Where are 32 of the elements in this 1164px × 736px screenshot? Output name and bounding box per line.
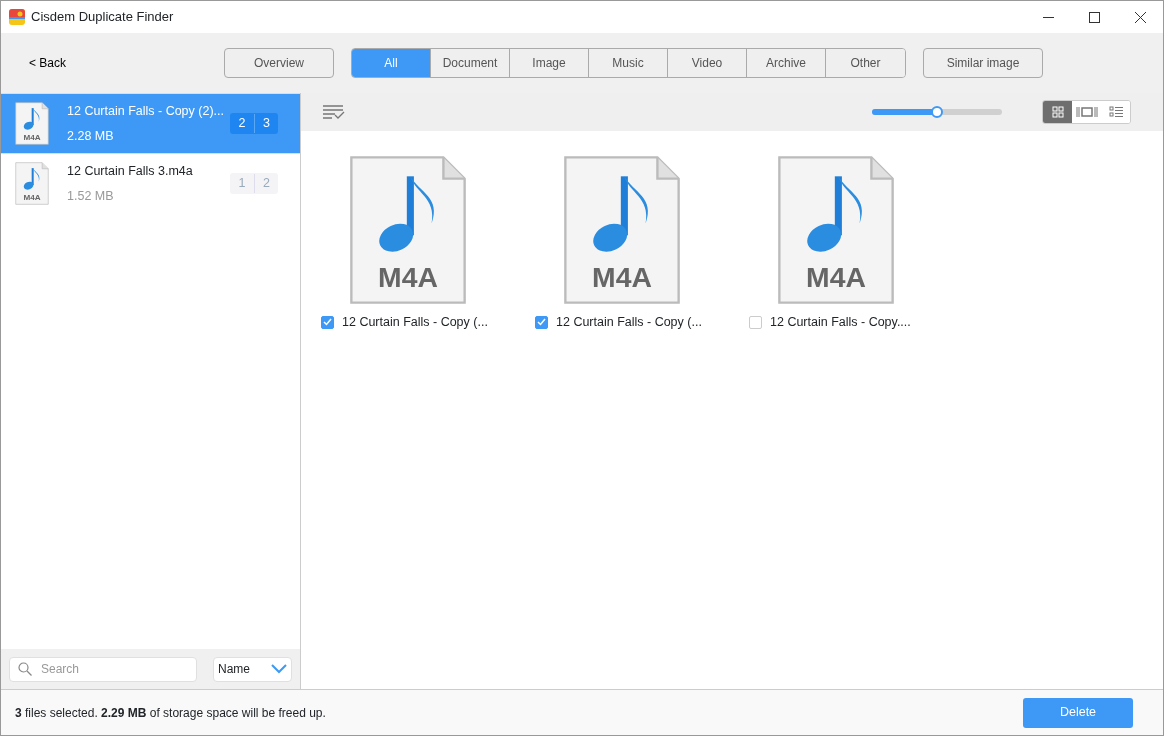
window-title: Cisdem Duplicate Finder (31, 8, 174, 27)
select-list-icon[interactable] (323, 105, 345, 119)
checkbox[interactable] (321, 315, 334, 329)
chevron-down-icon (271, 664, 287, 674)
file-size: 2.28 MB (67, 127, 115, 145)
file-name: 12 Curtain Falls 3.m4a (67, 162, 194, 180)
checkbox[interactable] (749, 315, 762, 329)
slider-thumb[interactable] (931, 106, 943, 118)
status-text: 3 files selected. 2.29 MB of storage space will be freed up. (15, 704, 326, 722)
zoom-slider[interactable] (872, 109, 1002, 115)
count-badge: 1 2 (230, 173, 278, 194)
file-name: 12 Curtain Falls - Copy (2)... (67, 102, 225, 120)
file-size: 1.52 MB (67, 187, 115, 205)
back-button[interactable]: < Back (29, 54, 67, 72)
file-name: 12 Curtain Falls - Copy (... (342, 314, 488, 331)
overview-button[interactable]: Overview (224, 48, 335, 78)
audio-file-icon: M4A (563, 155, 681, 305)
duplicate-group-item[interactable]: M4A 12 Curtain Falls 3.m4a 1.52 MB 1 2 (1, 153, 300, 213)
checkbox[interactable] (535, 315, 548, 329)
similar-image-button[interactable]: Similar image (923, 48, 1044, 78)
audio-file-icon: M4A (349, 155, 467, 305)
audio-file-icon: M4A (777, 155, 895, 305)
audio-file-icon: M4A (15, 162, 49, 205)
grid-view-icon[interactable] (1043, 101, 1072, 123)
search-field[interactable]: Search (9, 656, 197, 682)
duplicate-group-item[interactable]: M4A 12 Curtain Falls - Copy (2)... 2.28 MB 2 3 (1, 93, 300, 153)
count-badge: 2 3 (230, 113, 278, 134)
audio-file-icon: M4A (15, 102, 49, 145)
file-name: 12 Curtain Falls - Copy (... (556, 314, 702, 331)
file-name: 12 Curtain Falls - Copy.... (770, 314, 911, 331)
app-logo-icon (9, 9, 25, 25)
sort-dropdown[interactable]: Name (213, 656, 292, 682)
